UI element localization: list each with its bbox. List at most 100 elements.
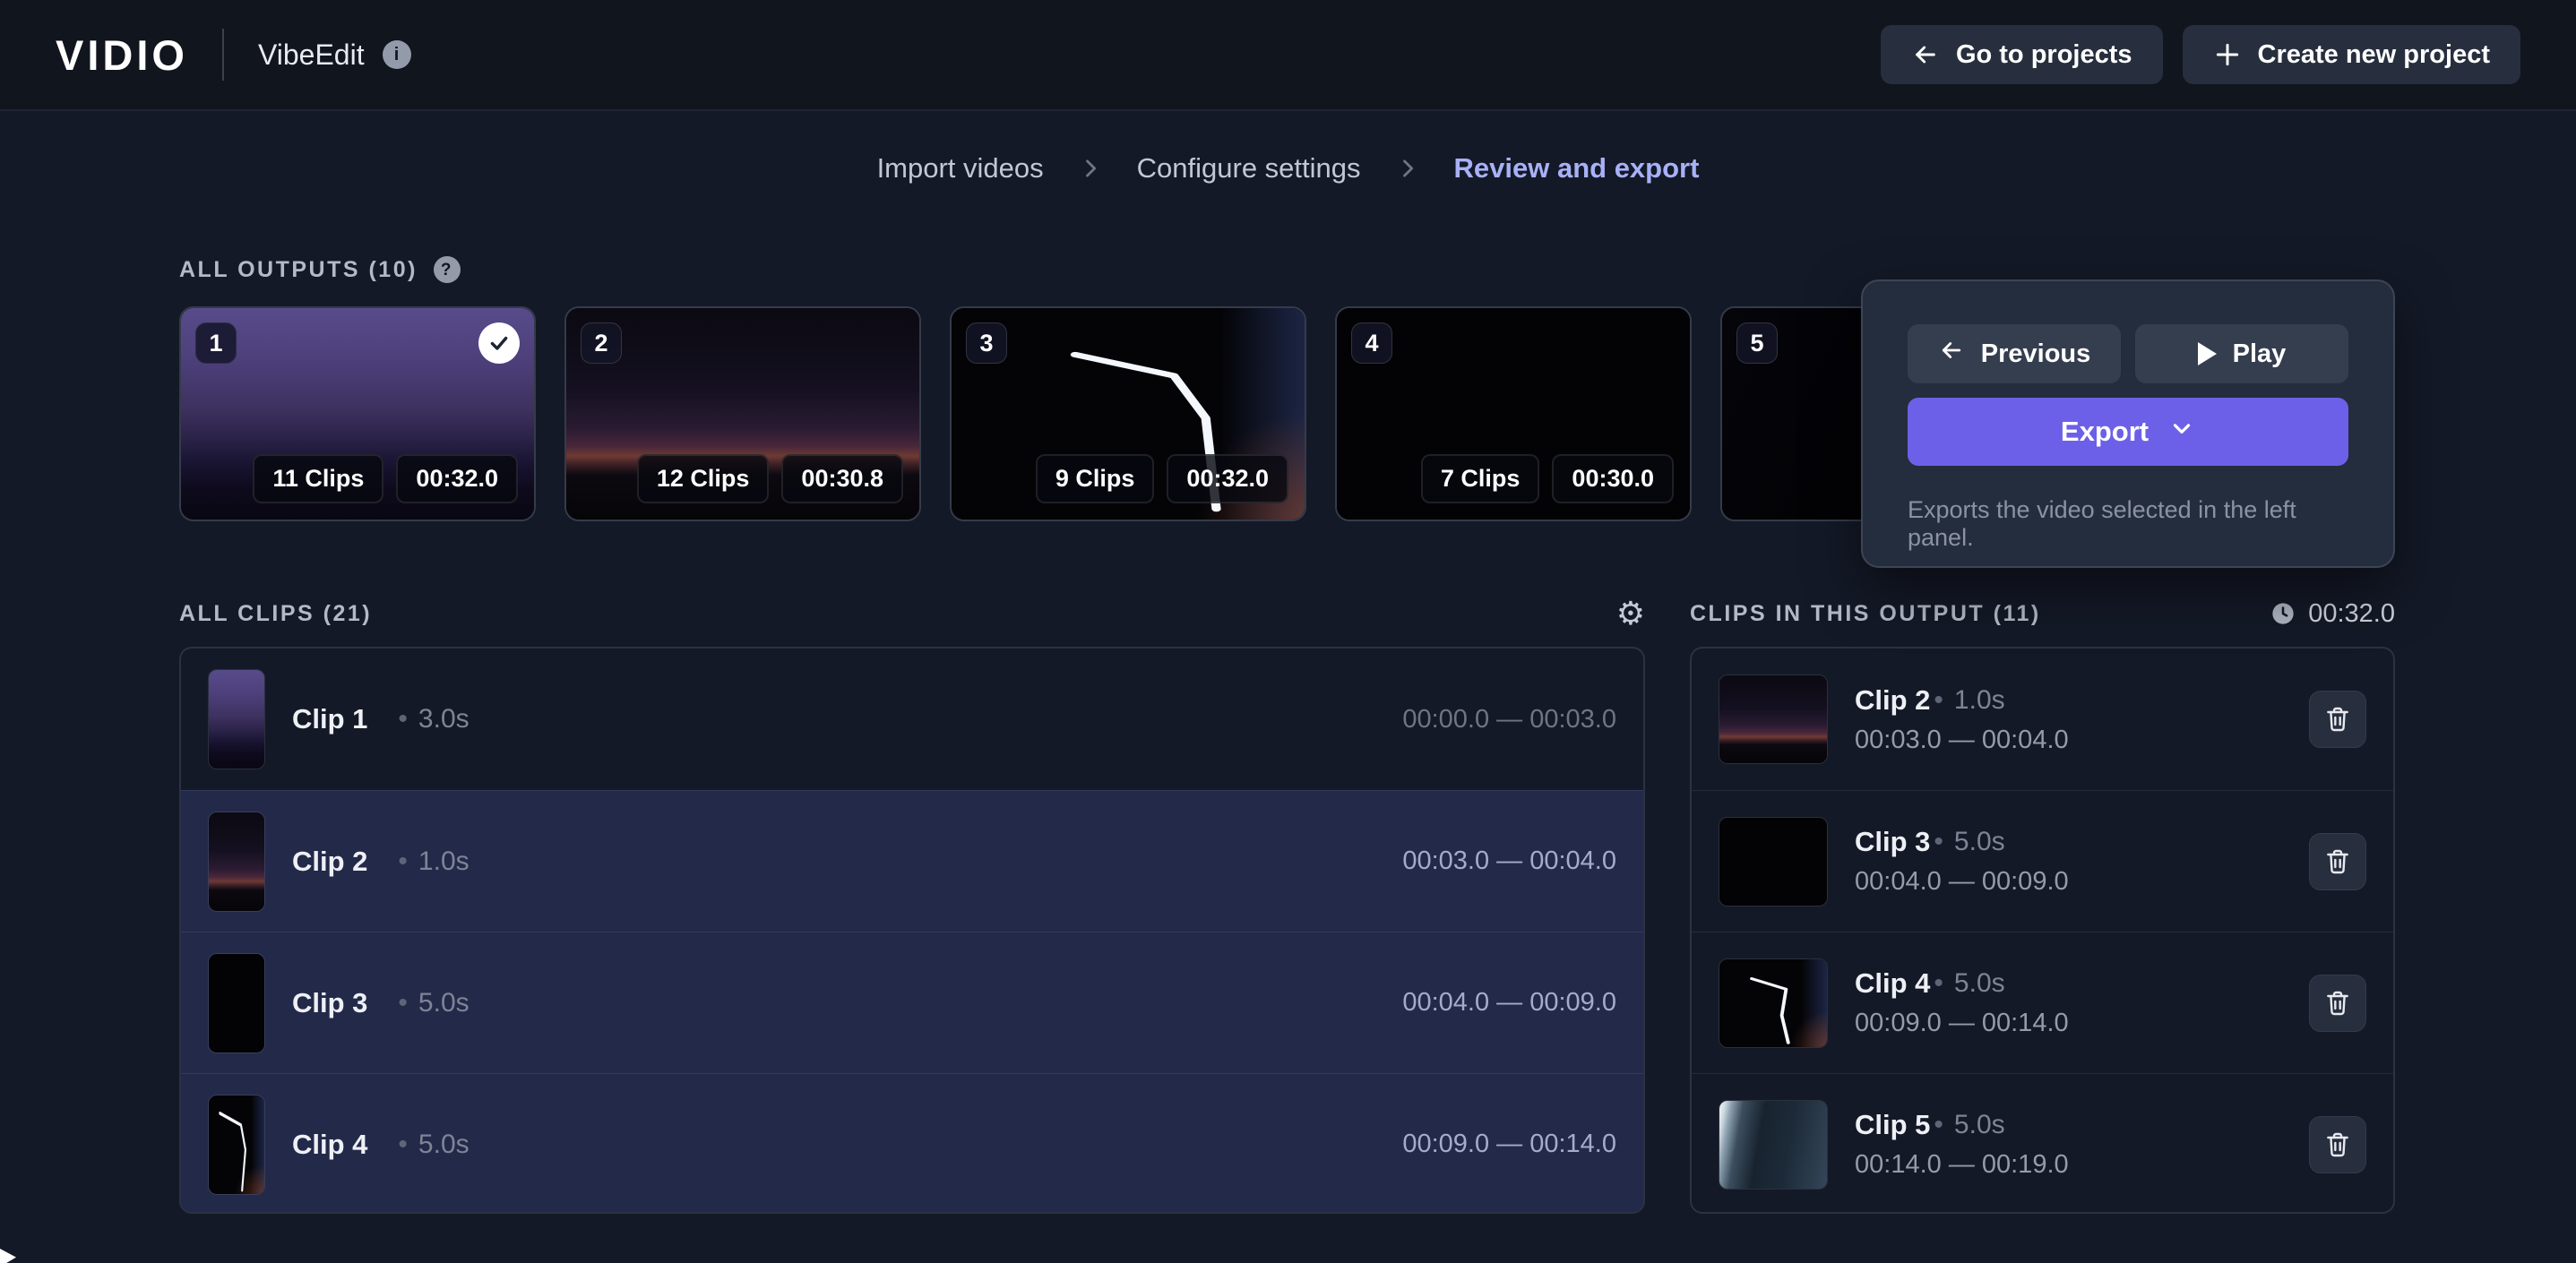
- trash-icon: [2323, 847, 2352, 876]
- clip-name: Clip 2: [292, 846, 367, 878]
- delete-clip-button[interactable]: [2309, 833, 2366, 890]
- previous-label: Previous: [1981, 339, 2091, 369]
- clip-name: Clip 2: [1855, 684, 1930, 717]
- output-card-1[interactable]: 1 11 Clips 00:32.0: [179, 306, 536, 521]
- clip-duration: 3.0s: [394, 704, 469, 735]
- clip-duration: 5.0s: [1930, 1110, 2004, 1140]
- duration-badge: 00:32.0: [1167, 454, 1288, 503]
- output-clip-row-1[interactable]: Clip 2 1.0s 00:03.0 — 00:04.0: [1692, 649, 2393, 790]
- trash-icon: [2323, 1130, 2352, 1159]
- output-duration-value: 00:32.0: [2308, 599, 2395, 629]
- chevron-right-icon: [1078, 156, 1103, 181]
- project-name: VibeEdit: [258, 39, 365, 72]
- clip-duration: 5.0s: [1930, 968, 2004, 999]
- trash-icon: [2323, 989, 2352, 1018]
- clip-info: Clip 4 5.0s 00:09.0 — 00:14.0: [1855, 967, 2069, 1038]
- clip-name: Clip 4: [1855, 967, 1930, 1000]
- clip-time-range: 00:09.0 — 00:14.0: [1855, 1009, 2069, 1038]
- clip-name: Clip 3: [292, 987, 367, 1019]
- outputs-heading: ALL OUTPUTS (10): [179, 257, 418, 283]
- clip-name: Clip 1: [292, 703, 367, 735]
- app-logo: VIDIO: [56, 30, 188, 80]
- all-clips-list: Clip 1 3.0s 00:00.0 — 00:03.0 Clip 2 1.0…: [179, 647, 1645, 1214]
- card-badges: 9 Clips 00:32.0: [1036, 454, 1288, 503]
- clips-count-badge: 7 Clips: [1421, 454, 1540, 503]
- create-new-project-button[interactable]: Create new project: [2183, 25, 2520, 84]
- delete-clip-button[interactable]: [2309, 1116, 2366, 1173]
- previous-button[interactable]: Previous: [1908, 324, 2121, 383]
- card-number-badge: 5: [1736, 322, 1778, 364]
- play-icon: [2198, 342, 2217, 365]
- plus-icon: [2213, 40, 2242, 69]
- clip-thumbnail: [208, 669, 265, 769]
- help-icon[interactable]: ?: [434, 256, 461, 283]
- topbar-actions: Go to projects Create new project: [1881, 25, 2520, 84]
- panel-buttons-row: Previous Play: [1908, 324, 2348, 383]
- output-clips-heading: CLIPS IN THIS OUTPUT (11): [1690, 601, 2041, 627]
- all-clips-heading: ALL CLIPS (21): [179, 601, 372, 627]
- clip-thumbnail: [208, 953, 265, 1053]
- go-to-projects-button[interactable]: Go to projects: [1881, 25, 2163, 84]
- export-button[interactable]: Export: [1908, 398, 2348, 466]
- output-clip-row-2[interactable]: Clip 3 5.0s 00:04.0 — 00:09.0: [1692, 790, 2393, 932]
- clip-time-range: 00:00.0 — 00:03.0: [1402, 705, 1616, 735]
- clip-thumbnail: [208, 812, 265, 912]
- mouse-cursor: [0, 1249, 16, 1263]
- all-clips-column: ALL CLIPS (21) ⚙ Clip 1 3.0s 00:00.0 — 0…: [179, 598, 1645, 1214]
- clips-columns: ALL CLIPS (21) ⚙ Clip 1 3.0s 00:00.0 — 0…: [179, 598, 2395, 1214]
- clip-info: Clip 3 5.0s 00:04.0 — 00:09.0: [1855, 826, 2069, 897]
- output-clip-row-4[interactable]: Clip 5 5.0s 00:14.0 — 00:19.0: [1692, 1073, 2393, 1214]
- export-caption: Exports the video selected in the left p…: [1908, 496, 2348, 552]
- clip-row-1[interactable]: Clip 1 3.0s 00:00.0 — 00:03.0: [181, 649, 1643, 790]
- step-configure-settings[interactable]: Configure settings: [1137, 152, 1361, 185]
- export-action-panel: Previous Play Export Exports the video s…: [1861, 279, 2395, 568]
- card-number-badge: 4: [1351, 322, 1392, 364]
- chevron-down-icon: [2168, 415, 2195, 449]
- clip-thumbnail: [1719, 674, 1828, 764]
- clip-thumbnail: [1719, 958, 1828, 1048]
- clip-duration: 1.0s: [1930, 685, 2004, 716]
- clip-time-range: 00:04.0 — 00:09.0: [1402, 988, 1616, 1018]
- clip-time-range: 00:03.0 — 00:04.0: [1402, 846, 1616, 876]
- duration-badge: 00:30.8: [781, 454, 903, 503]
- duration-badge: 00:30.0: [1552, 454, 1674, 503]
- output-clips-column: CLIPS IN THIS OUTPUT (11) 00:32.0 Clip 2…: [1690, 598, 2395, 1214]
- delete-clip-button[interactable]: [2309, 691, 2366, 748]
- clip-duration: 5.0s: [394, 1130, 469, 1160]
- clip-thumbnail: [1719, 817, 1828, 906]
- duration-badge: 00:32.0: [396, 454, 518, 503]
- all-clips-header: ALL CLIPS (21) ⚙: [179, 598, 1645, 629]
- selected-check-badge: [478, 322, 520, 364]
- clip-duration: 1.0s: [394, 846, 469, 877]
- gear-icon[interactable]: ⚙: [1616, 597, 1645, 630]
- output-card-3[interactable]: 3 9 Clips 00:32.0: [950, 306, 1306, 521]
- play-button[interactable]: Play: [2135, 324, 2348, 383]
- output-card-2[interactable]: 2 12 Clips 00:30.8: [564, 306, 921, 521]
- output-clips-list: Clip 2 1.0s 00:03.0 — 00:04.0: [1690, 647, 2395, 1214]
- step-import-videos[interactable]: Import videos: [877, 152, 1044, 185]
- clip-row-4[interactable]: Clip 4 5.0s 00:09.0 — 00:14.0: [181, 1073, 1643, 1214]
- card-number-badge: 3: [966, 322, 1007, 364]
- clip-duration: 5.0s: [1930, 827, 2004, 857]
- clip-row-2[interactable]: Clip 2 1.0s 00:03.0 — 00:04.0: [181, 790, 1643, 932]
- info-icon[interactable]: i: [383, 40, 411, 69]
- clock-icon: [2270, 601, 2296, 626]
- clip-duration: 5.0s: [394, 988, 469, 1018]
- step-review-and-export[interactable]: Review and export: [1454, 152, 1700, 185]
- trash-icon: [2323, 705, 2352, 734]
- clip-name: Clip 3: [1855, 826, 1930, 858]
- card-badges: 7 Clips 00:30.0: [1421, 454, 1674, 503]
- clip-name: Clip 5: [1855, 1109, 1930, 1141]
- clip-info: Clip 2 1.0s 00:03.0 — 00:04.0: [1855, 684, 2069, 755]
- clip-time-range: 00:03.0 — 00:04.0: [1855, 726, 2069, 755]
- clips-count-badge: 12 Clips: [637, 454, 770, 503]
- output-clip-row-3[interactable]: Clip 4 5.0s 00:09.0 — 00:14.0: [1692, 932, 2393, 1073]
- check-icon: [487, 331, 511, 355]
- delete-clip-button[interactable]: [2309, 975, 2366, 1032]
- clip-row-3[interactable]: Clip 3 5.0s 00:04.0 — 00:09.0: [181, 932, 1643, 1073]
- output-card-4[interactable]: 4 7 Clips 00:30.0: [1335, 306, 1692, 521]
- clip-time-range: 00:14.0 — 00:19.0: [1855, 1150, 2069, 1180]
- export-label: Export: [2061, 416, 2149, 448]
- clip-info: Clip 5 5.0s 00:14.0 — 00:19.0: [1855, 1109, 2069, 1180]
- clip-thumbnail: [1719, 1100, 1828, 1190]
